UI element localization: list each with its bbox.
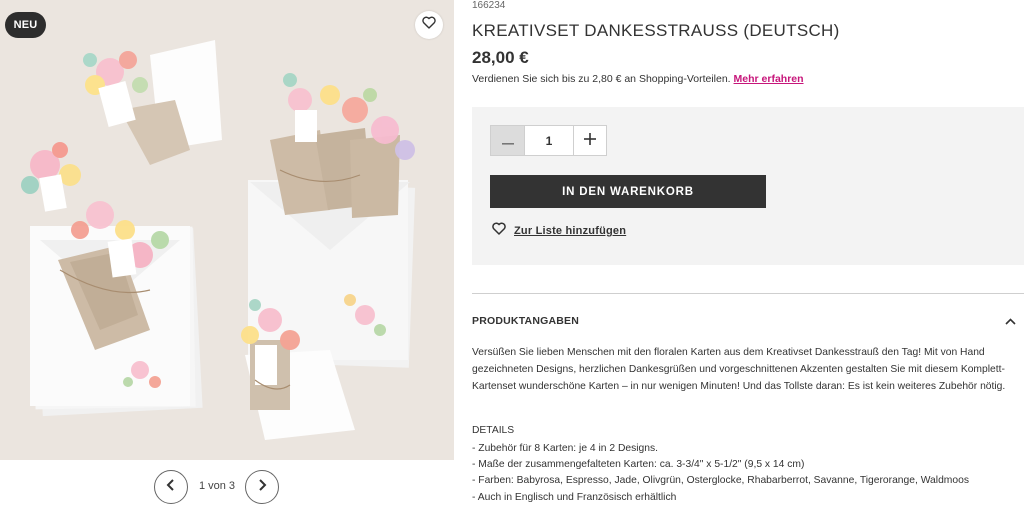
product-gallery: NEU 1 von 3 (0, 0, 454, 518)
purchase-box: 1 IN DEN WARENKORB Zur Liste hinzufügen (472, 107, 1024, 265)
list-item: - Maße der zusammengefalteten Karten: ca… (472, 459, 805, 471)
product-description: Versüßen Sie lieben Menschen mit den flo… (472, 347, 1006, 392)
section-divider (472, 293, 1024, 294)
rewards-note: Verdienen Sie sich bis zu 2,80 € an Shop… (472, 73, 804, 85)
add-to-list-label: Zur Liste hinzufügen (514, 225, 627, 237)
details-heading: DETAILS (472, 425, 515, 436)
product-illustration (0, 0, 454, 460)
list-item: - Zubehör für 8 Karten: je 4 in 2 Design… (472, 443, 659, 454)
add-to-cart-button[interactable]: IN DEN WARENKORB (490, 175, 766, 208)
list-item: - Auch in Englisch und Französisch erhäl… (472, 491, 677, 503)
increase-quantity-button[interactable] (574, 126, 606, 155)
product-title: KREATIVSET DANKESSTRAUSS (DEUTSCH) (472, 21, 840, 40)
favorite-button[interactable] (415, 11, 443, 39)
quantity-stepper: 1 (490, 125, 607, 156)
next-image-button[interactable] (245, 470, 279, 504)
previous-image-button[interactable] (154, 470, 188, 504)
product-price: 28,00 € (472, 48, 529, 67)
heart-icon (422, 16, 436, 34)
plus-icon (584, 132, 596, 150)
add-to-list-link[interactable]: Zur Liste hinzufügen (492, 222, 626, 240)
heart-icon (492, 222, 506, 240)
minus-icon (501, 132, 514, 150)
pager-indicator: 1 von 3 (198, 480, 236, 492)
rewards-link[interactable]: Mehr erfahren (734, 73, 804, 85)
product-details-toggle[interactable]: PRODUKTANGABEN (472, 312, 1016, 330)
product-panel: 166234 KREATIVSET DANKESSTRAUSS (DEUTSCH… (472, 0, 1024, 518)
product-image[interactable]: NEU (0, 0, 454, 460)
chevron-left-icon (166, 478, 176, 496)
chevron-up-icon (1005, 312, 1016, 330)
image-pager: 1 von 3 (0, 470, 454, 506)
chevron-right-icon (257, 478, 267, 496)
decrease-quantity-button[interactable] (491, 126, 524, 155)
section-title: PRODUKTANGABEN (472, 315, 580, 327)
rewards-text: Verdienen Sie sich bis zu 2,80 € an Shop… (472, 73, 731, 85)
list-item: - Farben: Babyrosa, Espresso, Jade, Oliv… (472, 475, 969, 487)
product-sku: 166234 (472, 0, 506, 11)
details-list: - Zubehör für 8 Karten: je 4 in 2 Design… (472, 441, 1024, 506)
new-badge: NEU (5, 12, 46, 38)
quantity-input[interactable]: 1 (524, 126, 574, 155)
